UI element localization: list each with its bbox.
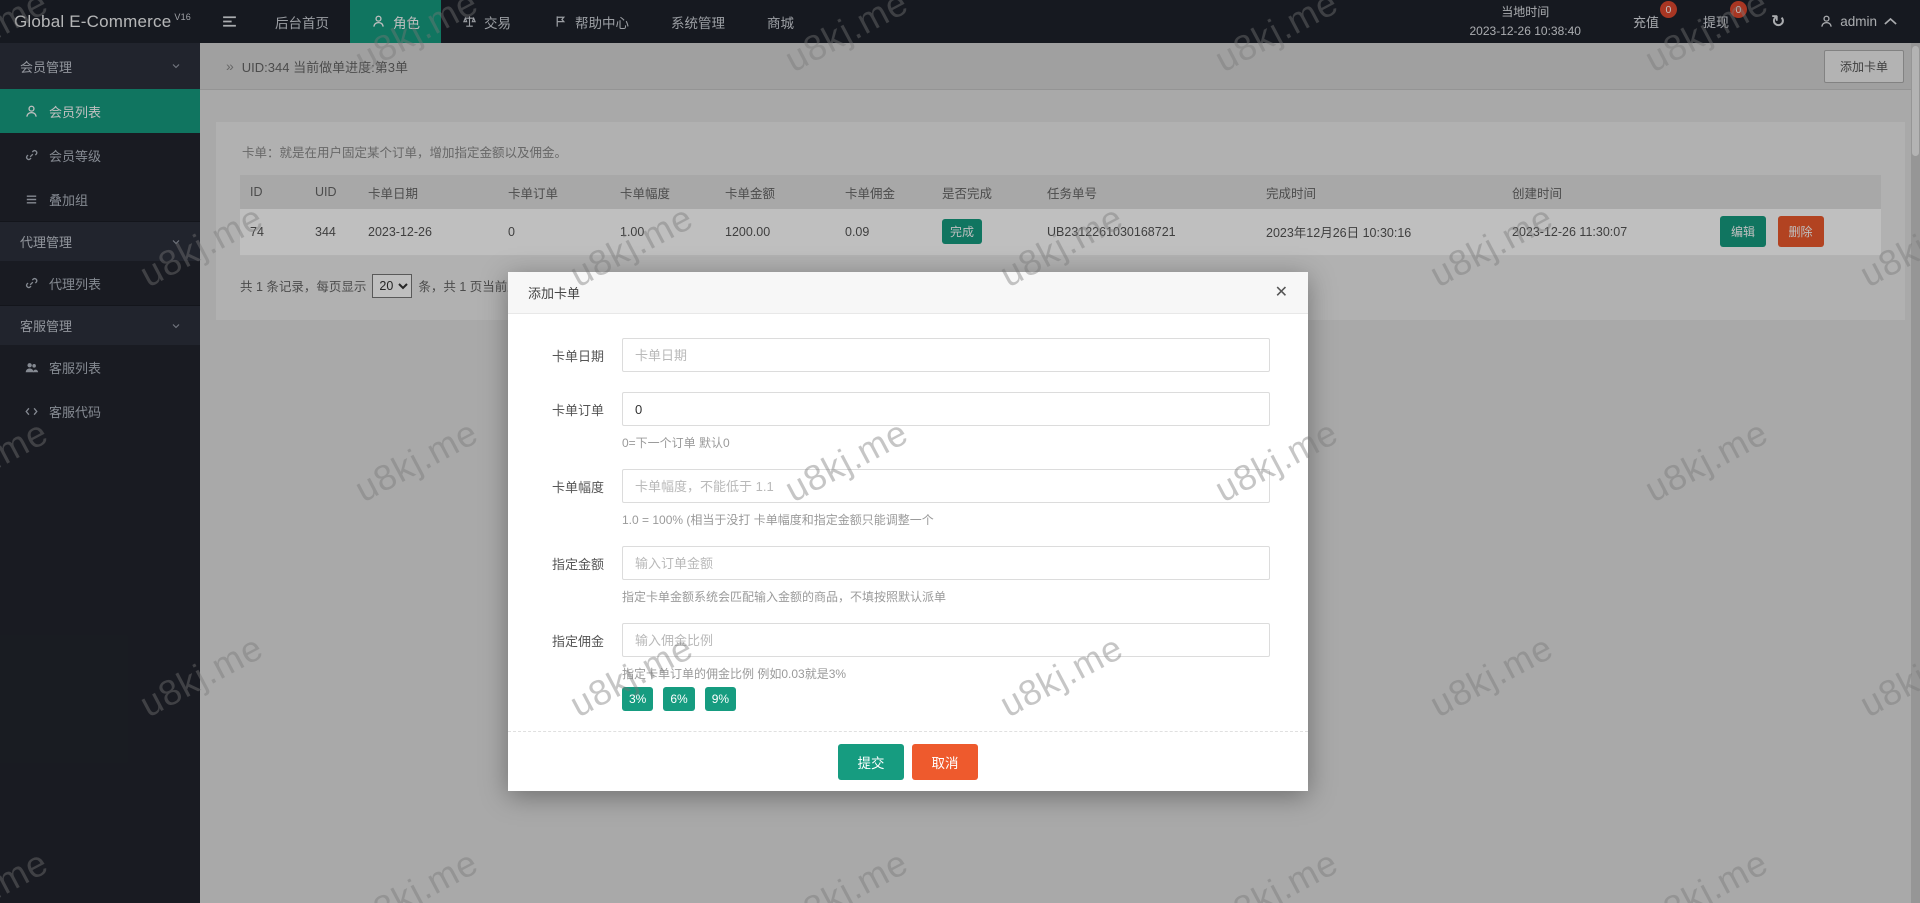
submit-button[interactable]: 提交 bbox=[838, 743, 904, 780]
commission-6-button[interactable]: 6% bbox=[663, 687, 695, 711]
specified-amount-input[interactable] bbox=[622, 546, 1270, 580]
specified-commission-input[interactable] bbox=[622, 623, 1270, 657]
cancel-button[interactable]: 取消 bbox=[912, 743, 978, 780]
modal-body: 卡单日期 卡单订单 0=下一个订单 默认0 卡单幅度 1.0 = 100% (相… bbox=[508, 314, 1308, 731]
field-hint-range: 1.0 = 100% (相当于没打 卡单幅度和指定金额只能调整一个 bbox=[622, 513, 934, 527]
form-row-amount: 指定金额 bbox=[508, 546, 1308, 580]
card-range-input[interactable] bbox=[622, 469, 1270, 503]
field-hint-commission: 指定卡单订单的佣金比例 例如0.03就是3% bbox=[622, 667, 847, 681]
commission-3-button[interactable]: 3% bbox=[622, 687, 654, 711]
field-hint-amount: 指定卡单金额系统会匹配输入金额的商品，不填按照默认派单 bbox=[622, 590, 947, 604]
form-row-commission: 指定佣金 bbox=[508, 623, 1308, 657]
form-row-range: 卡单幅度 bbox=[508, 469, 1308, 503]
field-label-order: 卡单订单 bbox=[551, 402, 604, 418]
commission-9-button[interactable]: 9% bbox=[704, 687, 737, 711]
form-row-date: 卡单日期 bbox=[508, 338, 1308, 372]
commission-badges: 3% 6% 9% bbox=[622, 687, 737, 711]
modal-title: 添加卡单 bbox=[528, 286, 581, 301]
card-date-input[interactable] bbox=[622, 338, 1270, 372]
form-row-order: 卡单订单 bbox=[508, 392, 1308, 426]
field-label-commission: 指定佣金 bbox=[551, 633, 604, 649]
add-card-order-modal: 添加卡单 ✕ 卡单日期 卡单订单 0=下一个订单 默认0 卡单幅度 1.0 = … bbox=[508, 272, 1308, 791]
field-label-amount: 指定金额 bbox=[551, 556, 604, 572]
field-hint-order: 0=下一个订单 默认0 bbox=[622, 436, 730, 450]
close-icon[interactable]: ✕ bbox=[1275, 284, 1288, 301]
card-order-input[interactable] bbox=[622, 392, 1270, 426]
modal-footer: 提交 取消 bbox=[508, 731, 1308, 791]
modal-header: 添加卡单 ✕ bbox=[508, 272, 1308, 314]
field-label-date: 卡单日期 bbox=[551, 348, 604, 364]
field-label-range: 卡单幅度 bbox=[551, 479, 604, 495]
app-root: Global E-Commerce V16 后台首页 角色 交易 帮助中心 系统… bbox=[0, 0, 1920, 903]
